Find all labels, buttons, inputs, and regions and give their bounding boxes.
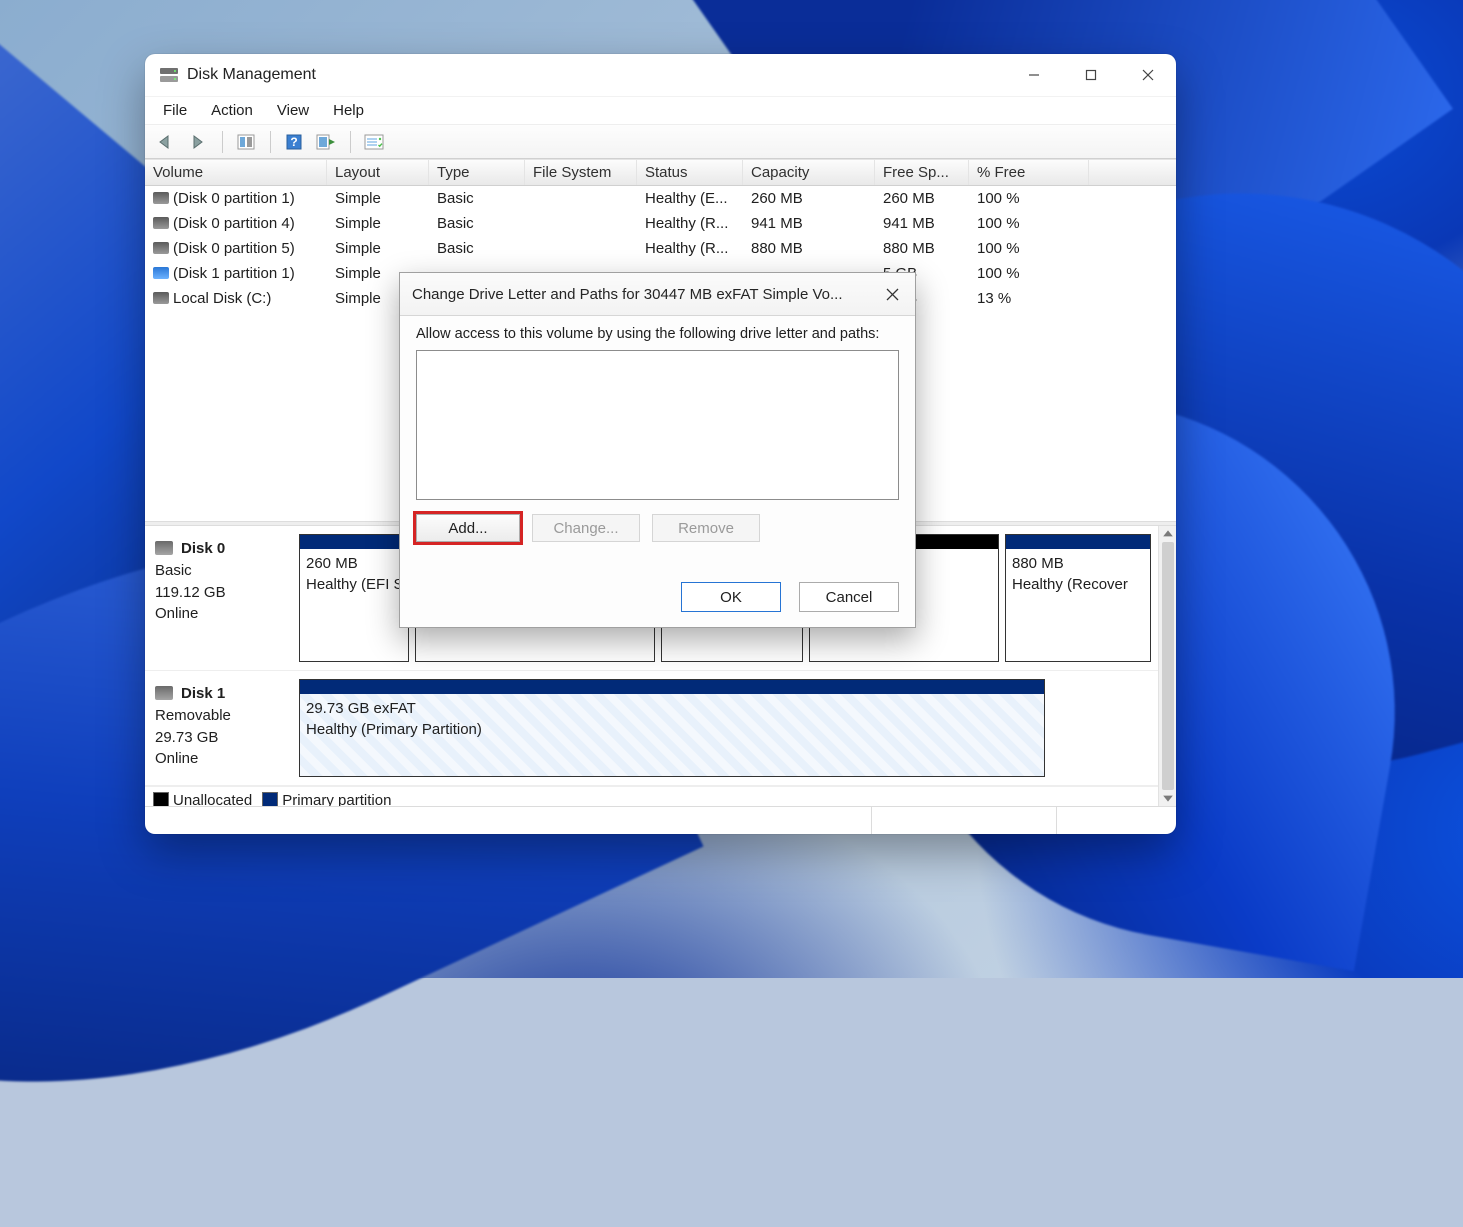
change-button[interactable]: Change...	[532, 514, 640, 542]
legend: Unallocated Primary partition	[145, 786, 1158, 806]
menubar: File Action View Help	[145, 96, 1176, 125]
disk-icon	[155, 686, 173, 700]
change-drive-letter-dialog: Change Drive Letter and Paths for 30447 …	[399, 272, 916, 628]
disk1-partition[interactable]: 29.73 GB exFAT Healthy (Primary Partitio…	[299, 679, 1045, 777]
ok-button[interactable]: OK	[681, 582, 781, 612]
col-layout[interactable]: Layout	[327, 160, 429, 185]
volume-row[interactable]: (Disk 0 partition 1)SimpleBasicHealthy (…	[145, 186, 1176, 211]
disk1-label: Disk 1 Removable 29.73 GB Online	[151, 679, 293, 777]
action-button[interactable]	[311, 129, 341, 155]
toolbar: ?	[145, 125, 1176, 159]
col-capacity[interactable]: Capacity	[743, 160, 875, 185]
back-button[interactable]	[151, 129, 181, 155]
dialog-titlebar[interactable]: Change Drive Letter and Paths for 30447 …	[400, 273, 915, 316]
disk-icon	[155, 541, 173, 555]
refresh-button[interactable]	[231, 129, 261, 155]
cancel-button[interactable]: Cancel	[799, 582, 899, 612]
col-volume[interactable]: Volume	[145, 160, 327, 185]
col-type[interactable]: Type	[429, 160, 525, 185]
app-icon	[159, 65, 179, 85]
volume-row[interactable]: (Disk 0 partition 4)SimpleBasicHealthy (…	[145, 211, 1176, 236]
window-title: Disk Management	[187, 66, 316, 84]
properties-button[interactable]	[359, 129, 389, 155]
menu-view[interactable]: View	[267, 100, 319, 121]
col-pctfree[interactable]: % Free	[969, 160, 1089, 185]
disk0-partition[interactable]: 880 MBHealthy (Recover	[1005, 534, 1151, 662]
svg-text:?: ?	[290, 135, 297, 149]
status-bar	[145, 806, 1176, 834]
menu-file[interactable]: File	[153, 100, 197, 121]
maximize-button[interactable]	[1062, 54, 1119, 96]
close-button[interactable]	[1119, 54, 1176, 96]
col-filesystem[interactable]: File System	[525, 160, 637, 185]
disk0-label: Disk 0 Basic 119.12 GB Online	[151, 534, 293, 662]
help-button[interactable]: ?	[279, 129, 309, 155]
paths-listbox[interactable]	[416, 350, 899, 500]
titlebar[interactable]: Disk Management	[145, 54, 1176, 96]
menu-help[interactable]: Help	[323, 100, 374, 121]
disk0-partition[interactable]: 260 MBHealthy (EFI S	[299, 534, 409, 662]
volume-row[interactable]: (Disk 0 partition 5)SimpleBasicHealthy (…	[145, 236, 1176, 261]
volume-list-header: Volume Layout Type File System Status Ca…	[145, 159, 1176, 186]
disk-pane-scrollbar[interactable]	[1158, 526, 1176, 806]
col-free[interactable]: Free Sp...	[875, 160, 969, 185]
remove-button[interactable]: Remove	[652, 514, 760, 542]
add-button[interactable]: Add...	[416, 514, 520, 542]
disk-row-1[interactable]: Disk 1 Removable 29.73 GB Online 29.73 G…	[145, 671, 1158, 786]
minimize-button[interactable]	[1005, 54, 1062, 96]
dialog-close-button[interactable]	[875, 281, 909, 307]
menu-action[interactable]: Action	[201, 100, 263, 121]
forward-button[interactable]	[183, 129, 213, 155]
dialog-hint: Allow access to this volume by using the…	[416, 326, 899, 342]
col-status[interactable]: Status	[637, 160, 743, 185]
dialog-title: Change Drive Letter and Paths for 30447 …	[412, 286, 875, 303]
